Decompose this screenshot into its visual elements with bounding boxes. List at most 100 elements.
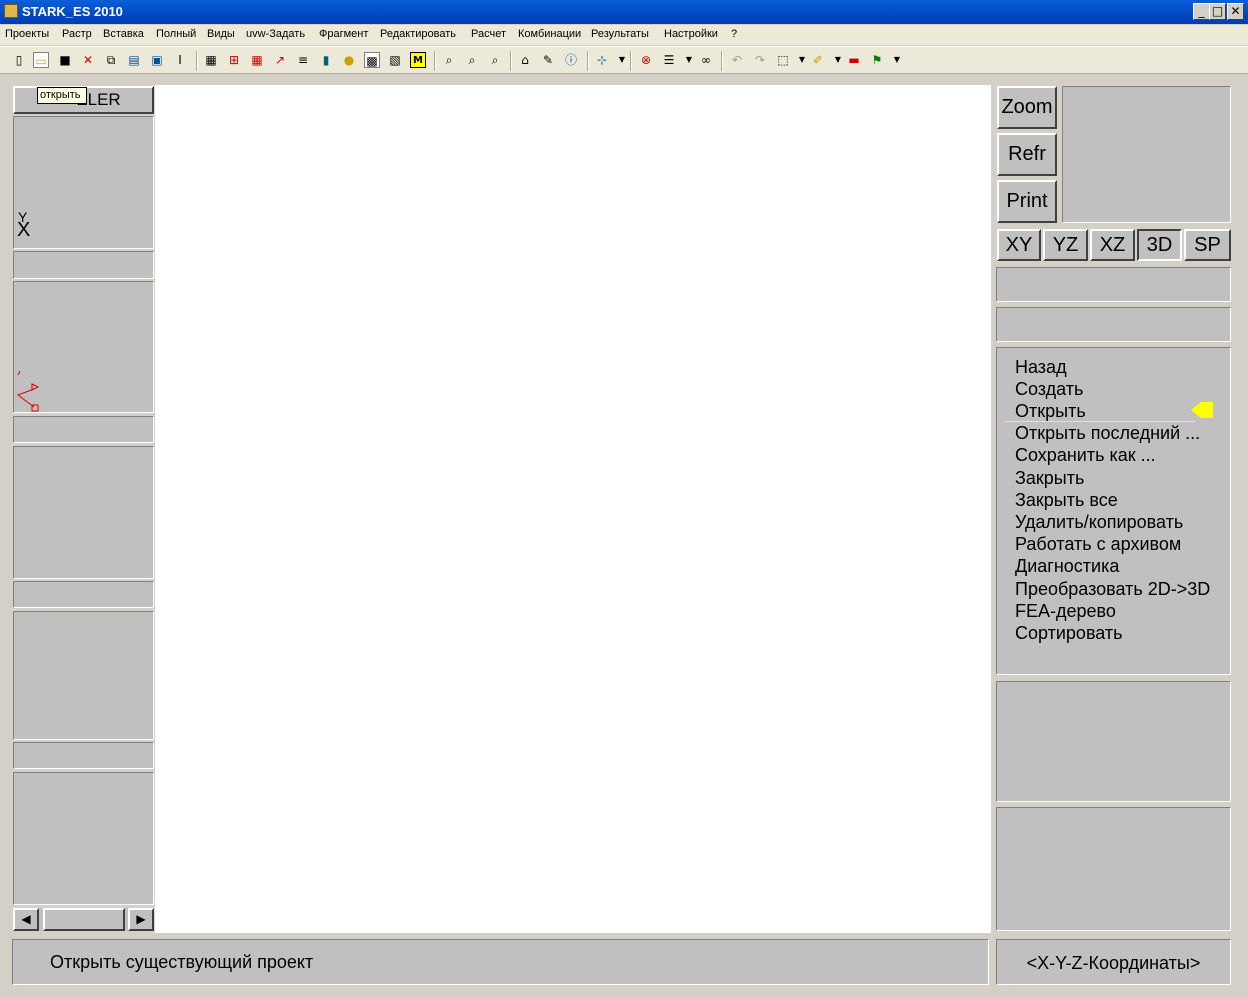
dropdown-arrow-icon[interactable]: ▼	[794, 52, 810, 68]
delete-icon[interactable]: ✕	[80, 52, 96, 68]
right-box-lower-2	[996, 807, 1231, 931]
node-icon[interactable]: ▩	[364, 52, 380, 68]
project-menu: Назад Создать Открыть Открыть последний …	[996, 347, 1231, 675]
menu-item-diagnostics[interactable]: Диагностика	[1015, 556, 1119, 577]
open-folder-icon[interactable]: ▭	[33, 52, 49, 68]
menu-item-delete-copy[interactable]: Удалить/копировать	[1015, 512, 1183, 533]
copy-icon[interactable]: ⧉	[103, 52, 119, 68]
menu-item-close[interactable]: Закрыть	[1015, 468, 1084, 489]
zoom-out-icon[interactable]: ⌕	[487, 52, 503, 68]
cube-icon[interactable]: ⬚	[775, 52, 791, 68]
menu-item-open-recent[interactable]: Открыть последний ...	[1015, 423, 1200, 444]
left-view-box-1: Y X	[13, 116, 154, 249]
toolbar-separator	[587, 51, 589, 71]
menu-item-close-all[interactable]: Закрыть все	[1015, 490, 1118, 511]
menu-item-open[interactable]: Открыть	[1015, 401, 1086, 422]
axis-icon[interactable]: ↗	[272, 52, 288, 68]
selection-underline	[1005, 421, 1195, 422]
menu-full[interactable]: Полный	[156, 28, 196, 40]
save-icon[interactable]: ■	[57, 52, 73, 68]
lightbulb-icon[interactable]: ●	[341, 52, 357, 68]
left-view-box-4	[13, 611, 154, 740]
title-bar: STARK_ES 2010 _ □ ✕	[0, 0, 1248, 24]
view-yz-button[interactable]: YZ	[1043, 229, 1088, 261]
menu-raster[interactable]: Растр	[62, 28, 92, 40]
menu-item-create[interactable]: Создать	[1015, 379, 1083, 400]
menu-help[interactable]: ?	[731, 28, 737, 40]
flag-icon[interactable]: ⚑	[869, 52, 885, 68]
dropdown-arrow-icon[interactable]: ▼	[614, 52, 630, 68]
highlight-icon[interactable]: ✐	[810, 52, 826, 68]
zoom-button[interactable]: Zoom	[997, 86, 1057, 129]
monitor-icon[interactable]: ▣	[149, 52, 165, 68]
menu-bar: Проекты Растр Вставка Полный Виды uvw-За…	[0, 25, 1248, 45]
menu-item-convert[interactable]: Преобразовать 2D->3D	[1015, 579, 1210, 600]
toolbar-separator	[434, 51, 436, 71]
selection-arrow-icon	[1191, 402, 1213, 418]
m-icon[interactable]: M	[410, 52, 426, 68]
zoom-icon[interactable]: ⌕	[441, 52, 457, 68]
text-icon[interactable]: Ⅰ	[172, 52, 188, 68]
menu-item-sort[interactable]: Сортировать	[1015, 623, 1123, 644]
menu-combinations[interactable]: Комбинации	[518, 28, 581, 40]
edit-list-icon[interactable]: ☰	[661, 52, 677, 68]
minimize-button[interactable]: _	[1193, 3, 1210, 20]
stop-icon[interactable]: ⊗	[638, 52, 654, 68]
grid-icon[interactable]: ▦	[203, 52, 219, 68]
open-tooltip: открыть	[37, 87, 87, 104]
close-button[interactable]: ✕	[1227, 3, 1244, 20]
scroll-right-icon[interactable]: ▶	[128, 908, 154, 931]
menu-calc[interactable]: Расчет	[471, 28, 506, 40]
label-icon[interactable]: ▧	[387, 52, 403, 68]
menu-item-fea-tree[interactable]: FEA-дерево	[1015, 601, 1116, 622]
home-icon[interactable]: ⌂	[517, 52, 533, 68]
menu-item-save-as[interactable]: Сохранить как ...	[1015, 445, 1156, 466]
drawing-canvas[interactable]	[155, 85, 991, 933]
left-bar-2	[13, 416, 154, 443]
left-scrollbar[interactable]: ◀ ▶	[13, 908, 154, 931]
fe-mesh-icon[interactable]: ⊹	[594, 52, 610, 68]
view-xy-button[interactable]: XY	[997, 229, 1041, 261]
refresh-button[interactable]: Refr	[997, 133, 1057, 176]
toolbar-separator	[721, 51, 723, 71]
cylinder-icon[interactable]: ▮	[318, 52, 334, 68]
view-3d-button[interactable]: 3D	[1137, 229, 1182, 261]
menu-views[interactable]: Виды	[207, 28, 235, 40]
menu-fragment[interactable]: Фрагмент	[319, 28, 368, 40]
menu-projects[interactable]: Проекты	[5, 28, 49, 40]
preview-box	[1062, 86, 1231, 223]
view-sp-button[interactable]: SP	[1184, 229, 1231, 261]
zoom-in-icon[interactable]: ⌕	[464, 52, 480, 68]
layers-icon[interactable]: ≡	[295, 52, 311, 68]
undo-icon: ↶	[731, 53, 743, 67]
menu-item-back[interactable]: Назад	[1015, 357, 1067, 378]
dropdown-arrow-icon[interactable]: ▼	[830, 52, 846, 68]
link-icon[interactable]: ∞	[698, 52, 714, 68]
menu-uvw[interactable]: uvw-Задать	[246, 28, 305, 40]
properties-icon[interactable]: ✎	[540, 52, 556, 68]
dropdown-arrow-icon[interactable]: ▼	[889, 52, 905, 68]
scroll-left-icon[interactable]: ◀	[13, 908, 39, 931]
scroll-thumb[interactable]	[43, 908, 125, 931]
menu-insert[interactable]: Вставка	[103, 28, 144, 40]
menu-edit[interactable]: Редактировать	[380, 28, 456, 40]
menu-results[interactable]: Результаты	[591, 28, 649, 40]
window-title: STARK_ES 2010	[22, 4, 123, 19]
right-field-2	[996, 307, 1231, 342]
menu-item-archive[interactable]: Работать с архивом	[1015, 534, 1181, 555]
new-file-icon[interactable]: ▯	[11, 52, 27, 68]
coordinates-label: <X-Y-Z-Координаты>	[1026, 953, 1201, 973]
view-xz-button[interactable]: XZ	[1090, 229, 1135, 261]
dropdown-arrow-icon[interactable]: ▼	[681, 52, 697, 68]
grid-red-icon[interactable]: ⊞	[226, 52, 242, 68]
menu-settings[interactable]: Настройки	[664, 28, 718, 40]
ruler-icon[interactable]: ▬	[846, 52, 862, 68]
print-button[interactable]: Print	[997, 180, 1057, 223]
info-icon[interactable]: ⓘ	[563, 52, 579, 68]
toolbar-separator	[510, 51, 512, 71]
window-icon[interactable]: ▤	[126, 52, 142, 68]
grid-lines-icon[interactable]: ▦	[249, 52, 265, 68]
toolbar: ▯ ▭ ■ ✕ ⧉ ▤ ▣ Ⅰ ▦ ⊞ ▦ ↗ ≡ ▮ ● ▩ ▧ M ⌕ ⌕ …	[0, 46, 1248, 74]
left-view-box-5	[13, 772, 154, 905]
maximize-button[interactable]: □	[1209, 3, 1226, 20]
